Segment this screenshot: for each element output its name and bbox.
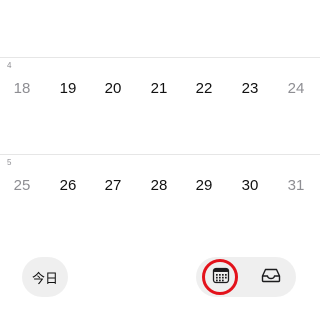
day-cell[interactable]: 21 (144, 79, 174, 99)
day-cell[interactable]: 24 (281, 79, 311, 99)
calendar-month-view: 4 18 19 20 21 22 23 24 5 25 26 27 28 29 … (0, 0, 320, 320)
calendar-view-button[interactable] (196, 257, 246, 297)
inbox-view-button[interactable] (246, 257, 296, 297)
day-cell[interactable]: 23 (235, 79, 265, 99)
day-cell[interactable]: 28 (144, 176, 174, 196)
week-days: 18 19 20 21 22 23 24 (0, 79, 320, 101)
day-cell[interactable]: 30 (235, 176, 265, 196)
day-cell[interactable]: 26 (53, 176, 83, 196)
week-divider (0, 154, 320, 155)
calendar-icon (212, 266, 230, 289)
week-row: 4 18 19 20 21 22 23 24 (0, 57, 320, 153)
inbox-icon (261, 266, 281, 289)
day-cell[interactable]: 27 (98, 176, 128, 196)
day-cell[interactable]: 29 (189, 176, 219, 196)
week-divider (0, 57, 320, 58)
week-number: 4 (7, 61, 12, 70)
day-cell[interactable]: 19 (53, 79, 83, 99)
day-cell[interactable]: 31 (281, 176, 311, 196)
today-button[interactable]: 今日 (22, 257, 68, 297)
week-number: 5 (7, 158, 12, 167)
week-days: 25 26 27 28 29 30 31 (0, 176, 320, 198)
day-cell[interactable]: 22 (189, 79, 219, 99)
week-row: 5 25 26 27 28 29 30 31 (0, 154, 320, 250)
view-switcher (196, 257, 296, 297)
day-cell[interactable]: 25 (7, 176, 37, 196)
day-cell[interactable]: 20 (98, 79, 128, 99)
day-cell[interactable]: 18 (7, 79, 37, 99)
